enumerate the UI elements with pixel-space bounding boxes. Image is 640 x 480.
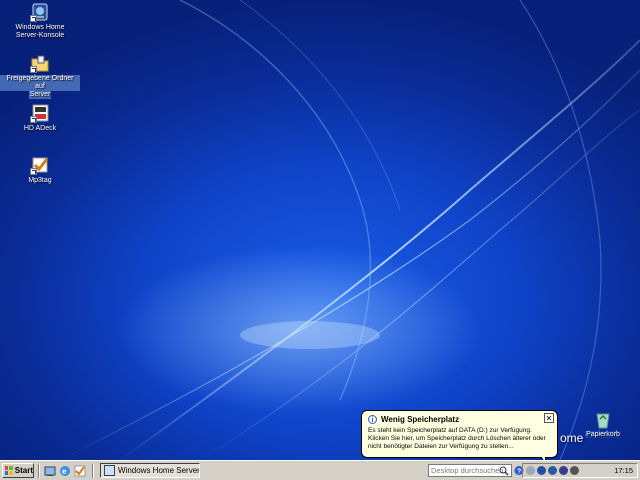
internet-explorer-icon[interactable]: e [59, 465, 71, 477]
windows-logo-icon [5, 466, 13, 475]
shortcut-arrow-icon [30, 168, 37, 175]
desktop-icon-label: Windows Home Server-Konsole [15, 24, 65, 39]
desktop-icon-label: HD ADeck [23, 125, 57, 132]
whs-console-icon [30, 2, 50, 22]
desktop-icon-shared-folders[interactable]: Freigegebene Ordner auf Server [0, 53, 80, 99]
taskbar-separator [38, 464, 40, 478]
shortcut-arrow-icon [30, 66, 37, 73]
desktop-icon-hd-adeck[interactable]: HD ADeck [0, 103, 80, 133]
search-icon[interactable] [498, 465, 510, 476]
info-icon: i [368, 415, 377, 424]
start-button[interactable]: Start [2, 463, 34, 478]
clock[interactable]: 17:15 [614, 466, 633, 475]
shortcut-arrow-icon [30, 15, 37, 22]
desktop-icon-mp3tag[interactable]: Mp3tag [0, 155, 80, 185]
wallpaper-swoosh [59, 0, 640, 460]
svg-text:e: e [62, 467, 67, 476]
tray-misc-icon[interactable] [570, 466, 579, 475]
balloon-message: Es steht kein Speicherplatz auf DATA (D:… [368, 427, 546, 450]
recycle-bin-icon [596, 413, 610, 429]
tray-status-icon[interactable] [548, 466, 557, 475]
wallpaper-text: ome [560, 431, 584, 445]
shortcut-arrow-icon [30, 116, 37, 123]
balloon-close-button[interactable]: ✕ [544, 413, 554, 423]
svg-text:?: ? [517, 469, 521, 476]
tray-network-icon[interactable] [526, 466, 535, 475]
tray-volume-icon[interactable] [559, 466, 568, 475]
desktop-icon-label: Mp3tag [28, 177, 52, 184]
taskbar: Start e Windows Home Server-D... Desktop… [0, 460, 640, 480]
notification-balloon[interactable]: i Wenig Speicherplatz ✕ Es steht kein Sp… [361, 410, 558, 458]
taskbar-button-whs[interactable]: Windows Home Server-D... [100, 463, 200, 478]
recycle-bin[interactable]: Papierkorb [583, 410, 623, 438]
shared-folder-icon [30, 53, 50, 73]
mp3tag-icon [30, 155, 50, 175]
hd-adeck-icon [30, 103, 50, 123]
tray-whs-icon[interactable] [537, 466, 546, 475]
desktop-icon-whs-console[interactable]: Windows Home Server-Konsole [0, 2, 80, 40]
desktop: Windows Home Server-Konsole Freigegebene … [0, 0, 640, 460]
mp3tag-quicklaunch-icon[interactable] [74, 465, 86, 477]
desktop-icon-label: Freigegebene Ordner auf Server [0, 75, 80, 99]
balloon-title: Wenig Speicherplatz [381, 415, 460, 424]
taskbar-separator [92, 464, 94, 478]
show-desktop-icon[interactable] [44, 465, 56, 477]
system-tray: 17:15 [522, 463, 638, 478]
window-icon [104, 465, 115, 476]
